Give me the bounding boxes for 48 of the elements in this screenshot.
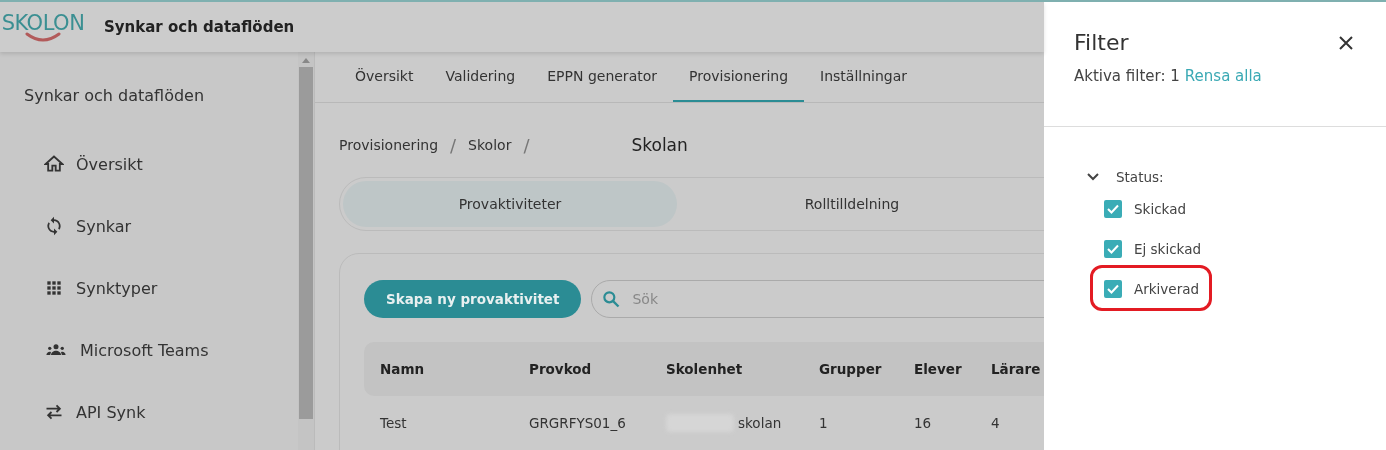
swap-icon [44, 402, 64, 422]
filter-group-toggle[interactable]: Status: [1086, 165, 1186, 189]
search-icon [601, 289, 622, 309]
app-title: Synkar och dataflöden [104, 18, 295, 36]
segment-tab[interactable]: Provaktiviteter [343, 181, 677, 227]
active-filter-count: Aktiva filter: 1 [1074, 67, 1180, 85]
sidebar-item[interactable]: Synktyper [24, 257, 298, 319]
segment-tab[interactable]: Rolltilldelning [677, 181, 1027, 227]
table-cell: Test [380, 415, 407, 431]
nav-tab[interactable]: Validering [429, 52, 532, 102]
nav-tab[interactable]: EPPN generator [531, 52, 674, 102]
home-icon [44, 154, 64, 174]
column-header[interactable]: Elever [914, 361, 991, 377]
checkbox-label: Arkiverad [1134, 281, 1200, 297]
sync-icon [44, 216, 64, 236]
table-cell: skolan [738, 415, 782, 431]
scrollbar[interactable] [298, 52, 314, 450]
nav-tab[interactable]: Provisionering [673, 52, 805, 102]
breadcrumb-link[interactable]: Provisionering [339, 137, 439, 153]
sidebar-item[interactable]: Microsoft Teams [24, 319, 298, 381]
column-header[interactable]: Grupper [819, 361, 914, 377]
table-cell: 16 [914, 415, 932, 431]
breadcrumb-separator: / [523, 134, 530, 156]
checkbox[interactable] [1104, 240, 1122, 258]
breadcrumb-link[interactable]: Skolor [468, 137, 512, 153]
checkbox-label: Ej skickad [1134, 241, 1202, 257]
table-cell: 1 [819, 415, 828, 431]
checkbox[interactable] [1104, 200, 1122, 218]
nav-tab[interactable]: Inställningar [804, 52, 924, 102]
sidebar-item[interactable]: API Synk [24, 381, 298, 443]
page-title: Skolan [631, 135, 688, 155]
column-header[interactable]: Provkod [529, 361, 666, 377]
checkbox-label: Skickad [1134, 201, 1186, 217]
table-cell: GRGRFYS01_6 [529, 415, 626, 431]
column-header[interactable]: Skolenhet [666, 361, 819, 377]
close-icon [1338, 34, 1354, 51]
column-header[interactable]: Namn [380, 361, 529, 377]
grid-icon [44, 278, 64, 298]
breadcrumb-separator: / [450, 134, 457, 156]
panel-title: Filter [1074, 30, 1129, 55]
checkbox[interactable] [1104, 280, 1122, 298]
nav-tab[interactable]: Översikt [339, 52, 430, 102]
sidebar-item[interactable]: Synkar [24, 195, 298, 257]
search-field[interactable]: Sök [591, 280, 1044, 318]
column-header[interactable]: Lärare [991, 361, 1044, 377]
sidebar-heading: Synkar och dataflöden [24, 86, 206, 105]
sidebar-item[interactable]: Översikt [24, 133, 298, 195]
table-cell: 4 [991, 415, 1000, 431]
